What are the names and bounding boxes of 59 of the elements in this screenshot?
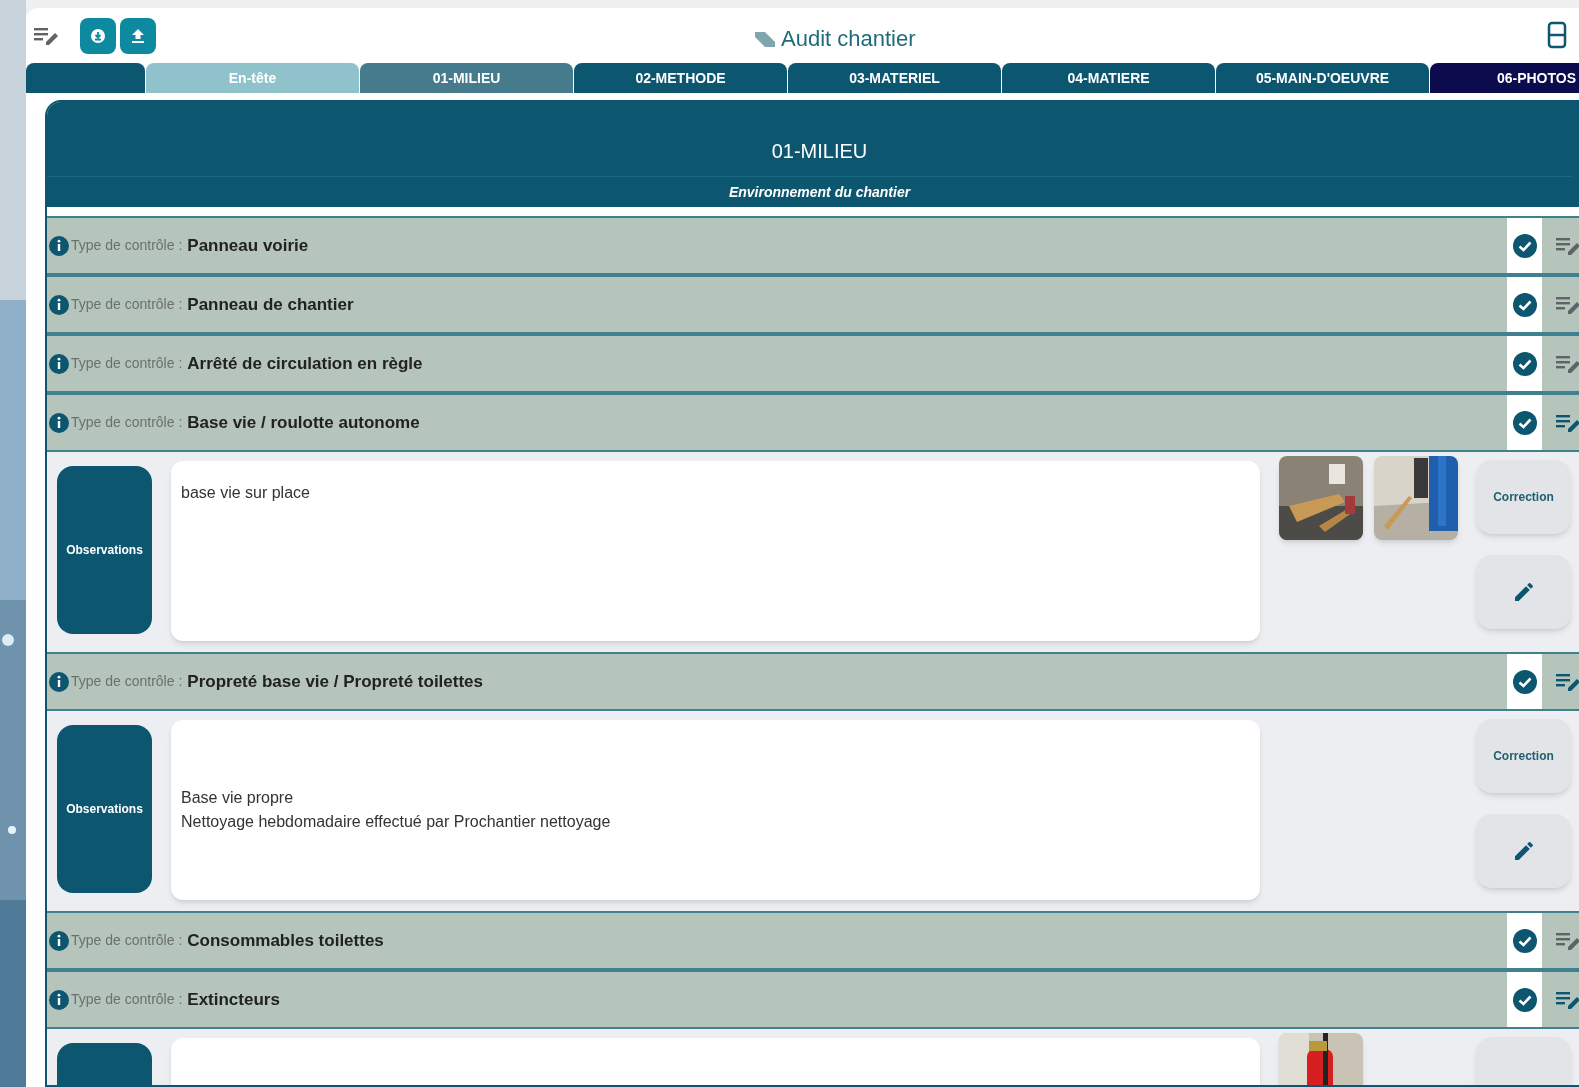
observations-button[interactable]: Observations — [57, 466, 152, 634]
check-icon[interactable] — [1512, 410, 1537, 435]
download-button[interactable] — [80, 17, 116, 54]
control-name: Arrêté de circulation en règle — [187, 352, 423, 375]
info-icon[interactable] — [49, 235, 69, 256]
check-icon[interactable] — [1512, 292, 1537, 317]
control-name: Consommables toilettes — [187, 929, 384, 952]
layout-icon[interactable] — [1547, 21, 1567, 49]
control-type-label: Type de contrôle : — [71, 295, 183, 314]
upload-icon — [131, 27, 145, 44]
check-icon[interactable] — [1512, 669, 1537, 694]
section-tab[interactable]: 03-MATERIEL — [788, 63, 1001, 93]
check-icon[interactable] — [1512, 928, 1537, 953]
control-row[interactable]: Type de contrôle : Arrêté de circulation en règle — [47, 334, 1579, 393]
control-row[interactable]: Type de contrôle : Extincteurs — [47, 970, 1579, 1029]
control-name: Panneau voirie — [187, 234, 309, 257]
info-icon[interactable] — [49, 671, 69, 692]
correction-button[interactable]: Correction — [1476, 460, 1571, 534]
control-name: Base vie / roulotte autonome — [187, 411, 420, 434]
correction-button[interactable]: Correction — [1476, 719, 1571, 793]
check-icon[interactable] — [1512, 351, 1537, 376]
section-tab[interactable]: 04-MATIERE — [1002, 63, 1215, 93]
observation-text: Base vie propre — [181, 788, 295, 808]
control-type-label: Type de contrôle : — [71, 931, 183, 950]
section-tab[interactable]: 05-MAIN-D'OEUVRE — [1216, 63, 1429, 93]
observation-text: Nettoyage hebdomadaire effectué par Prochantier nettoyage — [181, 812, 612, 832]
section-tab[interactable]: 02-METHODE — [574, 63, 787, 93]
control-type-label: Type de contrôle : — [71, 990, 183, 1009]
control-type-label: Type de contrôle : — [71, 236, 183, 255]
control-row[interactable]: Type de contrôle : Propreté base vie / Propreté toilettes — [47, 652, 1579, 711]
app-title: Audit chantier — [781, 25, 916, 53]
control-type-label: Type de contrôle : — [71, 672, 183, 691]
control-type-label: Type de contrôle : — [71, 354, 183, 373]
control-row[interactable]: Type de contrôle : Consommables toilettes — [47, 911, 1579, 970]
section-subtitle: Environnement du chantier — [728, 183, 911, 202]
eraser-icon — [753, 29, 777, 48]
observation-text: base vie sur place — [181, 483, 311, 503]
check-icon[interactable] — [1512, 987, 1537, 1012]
info-icon[interactable] — [49, 989, 69, 1010]
control-name: Propreté base vie / Propreté toilettes — [187, 670, 483, 693]
observation-field[interactable]: base vie sur place — [171, 461, 1260, 641]
control-name: Panneau de chantier — [187, 293, 354, 316]
check-icon[interactable] — [1512, 233, 1537, 258]
info-icon[interactable] — [49, 353, 69, 374]
control-row[interactable]: Type de contrôle : Panneau voirie — [47, 216, 1579, 275]
observations-button[interactable]: Observations — [57, 725, 152, 893]
observation-field[interactable]: Base vie propre Nettoyage hebdomadaire effectué par Prochantier nettoyage — [171, 720, 1260, 900]
info-icon[interactable] — [49, 930, 69, 951]
control-row[interactable]: Type de contrôle : Base vie / roulotte autonome — [47, 393, 1579, 452]
section-tab[interactable]: 06-PHOTOS — [1430, 63, 1579, 93]
control-name: Extincteurs — [187, 988, 280, 1011]
info-icon[interactable] — [49, 412, 69, 433]
control-row[interactable]: Type de contrôle : Panneau de chantier — [47, 275, 1579, 334]
section-tab[interactable]: 01-MILIEU — [360, 63, 573, 93]
section-title: 01-MILIEU — [770, 139, 868, 164]
info-icon[interactable] — [49, 294, 69, 315]
control-type-label: Type de contrôle : — [71, 413, 183, 432]
upload-button[interactable] — [120, 17, 156, 54]
download-icon — [90, 27, 106, 44]
